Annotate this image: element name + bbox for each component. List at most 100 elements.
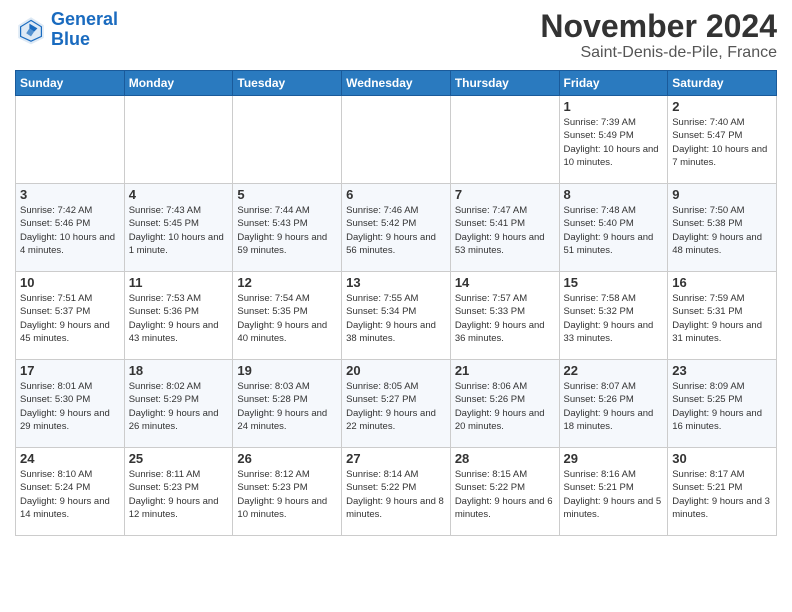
day-info: Sunrise: 7:51 AMSunset: 5:37 PMDaylight:… (20, 292, 120, 345)
calendar-week-row: 24Sunrise: 8:10 AMSunset: 5:24 PMDayligh… (16, 448, 777, 536)
calendar-cell (233, 96, 342, 184)
calendar-cell: 19 Sunrise: 8:03 AMSunset: 5:28 PMDayligh… (233, 360, 342, 448)
day-info: Sunrise: 8:14 AMSunset: 5:22 PMDaylight:… (346, 468, 446, 521)
calendar-cell: 4 Sunrise: 7:43 AMSunset: 5:45 PMDaylight… (124, 184, 233, 272)
day-info: Sunrise: 7:40 AMSunset: 5:47 PMDaylight:… (672, 116, 772, 169)
day-number: 30 (672, 451, 772, 466)
calendar-cell: 14Sunrise: 7:57 AMSunset: 5:33 PMDayligh… (450, 272, 559, 360)
calendar-cell: 5 Sunrise: 7:44 AMSunset: 5:43 PMDaylight… (233, 184, 342, 272)
day-info: Sunrise: 7:57 AMSunset: 5:33 PMDaylight:… (455, 292, 555, 345)
day-info: Sunrise: 8:01 AMSunset: 5:30 PMDaylight:… (20, 380, 120, 433)
day-info: Sunrise: 7:47 AMSunset: 5:41 PMDaylight:… (455, 204, 555, 257)
day-number: 5 (237, 187, 337, 202)
day-info: Sunrise: 8:03 AMSunset: 5:28 PMDaylight:… (237, 380, 337, 433)
day-number: 27 (346, 451, 446, 466)
day-number: 29 (564, 451, 664, 466)
calendar-cell: 21Sunrise: 8:06 AMSunset: 5:26 PMDayligh… (450, 360, 559, 448)
day-info: Sunrise: 7:39 AMSunset: 5:49 PMDaylight:… (564, 116, 664, 169)
day-info: Sunrise: 8:12 AMSunset: 5:23 PMDaylight:… (237, 468, 337, 521)
calendar-cell: 8 Sunrise: 7:48 AMSunset: 5:40 PMDaylight… (559, 184, 668, 272)
day-info: Sunrise: 8:05 AMSunset: 5:27 PMDaylight:… (346, 380, 446, 433)
calendar-cell: 30Sunrise: 8:17 AMSunset: 5:21 PMDayligh… (668, 448, 777, 536)
day-info: Sunrise: 7:44 AMSunset: 5:43 PMDaylight:… (237, 204, 337, 257)
calendar-cell: 25 Sunrise: 8:11 AMSunset: 5:23 PMDayligh… (124, 448, 233, 536)
day-number: 23 (672, 363, 772, 378)
day-number: 16 (672, 275, 772, 290)
header-thursday: Thursday (450, 71, 559, 96)
day-number: 12 (237, 275, 337, 290)
header-area: General Blue November 2024 Saint-Denis-d… (15, 10, 777, 62)
day-number: 28 (455, 451, 555, 466)
calendar-week-row: 3Sunrise: 7:42 AMSunset: 5:46 PMDaylight… (16, 184, 777, 272)
calendar-cell: 2Sunrise: 7:40 AMSunset: 5:47 PMDaylight… (668, 96, 777, 184)
calendar-week-row: 1 Sunrise: 7:39 AMSunset: 5:49 PMDaylight… (16, 96, 777, 184)
calendar-table: Sunday Monday Tuesday Wednesday Thursday… (15, 70, 777, 536)
header-monday: Monday (124, 71, 233, 96)
day-info: Sunrise: 8:02 AMSunset: 5:29 PMDaylight:… (129, 380, 229, 433)
calendar-cell (342, 96, 451, 184)
day-info: Sunrise: 8:06 AMSunset: 5:26 PMDaylight:… (455, 380, 555, 433)
day-info: Sunrise: 8:09 AMSunset: 5:25 PMDaylight:… (672, 380, 772, 433)
day-number: 19 (237, 363, 337, 378)
calendar-cell: 23 Sunrise: 8:09 AMSunset: 5:25 PMDayligh… (668, 360, 777, 448)
calendar-cell: 10 Sunrise: 7:51 AMSunset: 5:37 PMDayligh… (16, 272, 125, 360)
calendar-cell (450, 96, 559, 184)
day-info: Sunrise: 7:59 AMSunset: 5:31 PMDaylight:… (672, 292, 772, 345)
calendar-cell (16, 96, 125, 184)
day-number: 9 (672, 187, 772, 202)
header-friday: Friday (559, 71, 668, 96)
day-info: Sunrise: 8:07 AMSunset: 5:26 PMDaylight:… (564, 380, 664, 433)
calendar-cell: 13Sunrise: 7:55 AMSunset: 5:34 PMDayligh… (342, 272, 451, 360)
calendar-cell: 28 Sunrise: 8:15 AMSunset: 5:22 PMDayligh… (450, 448, 559, 536)
calendar-cell: 20 Sunrise: 8:05 AMSunset: 5:27 PMDayligh… (342, 360, 451, 448)
day-number: 11 (129, 275, 229, 290)
day-info: Sunrise: 7:54 AMSunset: 5:35 PMDaylight:… (237, 292, 337, 345)
day-number: 20 (346, 363, 446, 378)
day-number: 15 (564, 275, 664, 290)
header-wednesday: Wednesday (342, 71, 451, 96)
logo-icon (15, 14, 47, 46)
header-tuesday: Tuesday (233, 71, 342, 96)
day-number: 3 (20, 187, 120, 202)
calendar-cell: 7 Sunrise: 7:47 AMSunset: 5:41 PMDaylight… (450, 184, 559, 272)
day-number: 1 (564, 99, 664, 114)
calendar-week-row: 17 Sunrise: 8:01 AMSunset: 5:30 PMDayligh… (16, 360, 777, 448)
page-container: General Blue November 2024 Saint-Denis-d… (0, 0, 792, 541)
calendar-cell: 22Sunrise: 8:07 AMSunset: 5:26 PMDayligh… (559, 360, 668, 448)
day-number: 25 (129, 451, 229, 466)
calendar-cell: 1 Sunrise: 7:39 AMSunset: 5:49 PMDaylight… (559, 96, 668, 184)
day-info: Sunrise: 8:15 AMSunset: 5:22 PMDaylight:… (455, 468, 555, 521)
day-number: 8 (564, 187, 664, 202)
weekday-header-row: Sunday Monday Tuesday Wednesday Thursday… (16, 71, 777, 96)
calendar-week-row: 10 Sunrise: 7:51 AMSunset: 5:37 PMDayligh… (16, 272, 777, 360)
day-info: Sunrise: 7:55 AMSunset: 5:34 PMDaylight:… (346, 292, 446, 345)
day-info: Sunrise: 8:16 AMSunset: 5:21 PMDaylight:… (564, 468, 664, 521)
day-info: Sunrise: 7:58 AMSunset: 5:32 PMDaylight:… (564, 292, 664, 345)
calendar-cell: 15 Sunrise: 7:58 AMSunset: 5:32 PMDayligh… (559, 272, 668, 360)
calendar-cell: 29 Sunrise: 8:16 AMSunset: 5:21 PMDayligh… (559, 448, 668, 536)
day-info: Sunrise: 7:50 AMSunset: 5:38 PMDaylight:… (672, 204, 772, 257)
logo-text: General Blue (51, 10, 118, 50)
calendar-cell: 3Sunrise: 7:42 AMSunset: 5:46 PMDaylight… (16, 184, 125, 272)
day-info: Sunrise: 7:46 AMSunset: 5:42 PMDaylight:… (346, 204, 446, 257)
calendar-cell: 18Sunrise: 8:02 AMSunset: 5:29 PMDayligh… (124, 360, 233, 448)
location-title: Saint-Denis-de-Pile, France (540, 44, 777, 62)
day-info: Sunrise: 7:48 AMSunset: 5:40 PMDaylight:… (564, 204, 664, 257)
day-info: Sunrise: 7:43 AMSunset: 5:45 PMDaylight:… (129, 204, 229, 257)
day-info: Sunrise: 8:10 AMSunset: 5:24 PMDaylight:… (20, 468, 120, 521)
calendar-cell: 16 Sunrise: 7:59 AMSunset: 5:31 PMDayligh… (668, 272, 777, 360)
day-info: Sunrise: 8:11 AMSunset: 5:23 PMDaylight:… (129, 468, 229, 521)
day-number: 26 (237, 451, 337, 466)
day-number: 7 (455, 187, 555, 202)
header-saturday: Saturday (668, 71, 777, 96)
calendar-cell: 6Sunrise: 7:46 AMSunset: 5:42 PMDaylight… (342, 184, 451, 272)
calendar-cell: 24Sunrise: 8:10 AMSunset: 5:24 PMDayligh… (16, 448, 125, 536)
day-number: 17 (20, 363, 120, 378)
day-number: 4 (129, 187, 229, 202)
calendar-cell: 11 Sunrise: 7:53 AMSunset: 5:36 PMDayligh… (124, 272, 233, 360)
day-number: 10 (20, 275, 120, 290)
calendar-cell: 12 Sunrise: 7:54 AMSunset: 5:35 PMDayligh… (233, 272, 342, 360)
header-sunday: Sunday (16, 71, 125, 96)
month-title: November 2024 (540, 10, 777, 42)
day-info: Sunrise: 7:53 AMSunset: 5:36 PMDaylight:… (129, 292, 229, 345)
